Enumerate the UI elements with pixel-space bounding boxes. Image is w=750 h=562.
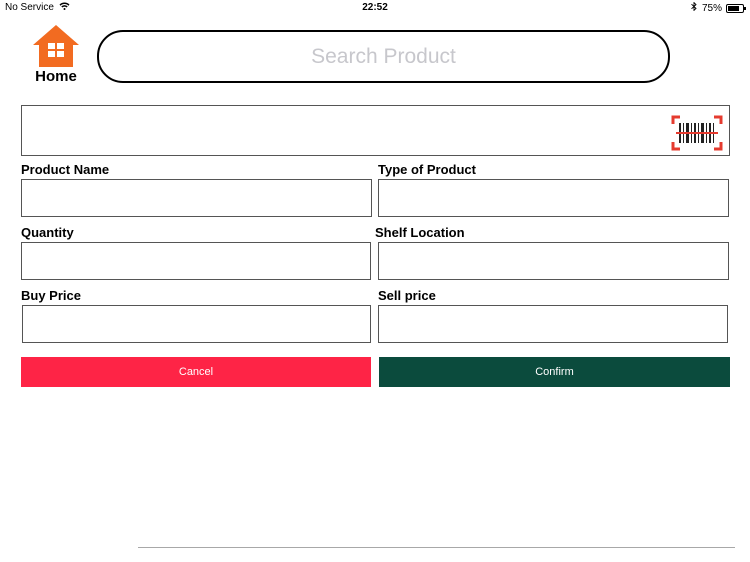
battery-level-fill <box>728 5 739 11</box>
shelf-location-field-box <box>378 242 729 280</box>
status-bar: No Service 22:52 75% <box>0 0 750 16</box>
home-icon <box>33 25 79 67</box>
barcode-scan-icon <box>671 115 723 151</box>
barcode-field[interactable] <box>21 105 730 156</box>
status-right: 75% <box>691 1 746 14</box>
bottom-divider <box>138 547 735 548</box>
cancel-button[interactable]: Cancel <box>21 357 371 387</box>
quantity-field-box <box>21 242 371 280</box>
buy-price-input[interactable] <box>23 306 370 342</box>
battery-icon <box>726 3 746 13</box>
sell-price-input[interactable] <box>379 306 727 342</box>
type-of-product-label: Type of Product <box>378 162 476 177</box>
shelf-location-label: Shelf Location <box>375 225 465 240</box>
home-label: Home <box>35 68 77 85</box>
barcode-scan-button[interactable] <box>671 115 723 151</box>
search-input[interactable] <box>127 44 640 69</box>
confirm-button[interactable]: Confirm <box>379 357 730 387</box>
product-name-field-box <box>21 179 372 217</box>
product-name-input[interactable] <box>22 180 371 216</box>
buy-price-field-box <box>22 305 371 343</box>
quantity-label: Quantity <box>21 225 74 240</box>
quantity-input[interactable] <box>22 243 370 279</box>
home-button[interactable]: Home <box>30 24 82 88</box>
type-of-product-field-box <box>378 179 729 217</box>
sell-price-field-box <box>378 305 728 343</box>
buy-price-label: Buy Price <box>21 288 81 303</box>
sell-price-label: Sell price <box>378 288 436 303</box>
search-bar <box>97 30 670 83</box>
status-time: 22:52 <box>362 2 388 13</box>
bluetooth-icon <box>691 1 697 14</box>
battery-percent: 75% <box>701 2 722 14</box>
shelf-location-input[interactable] <box>379 243 728 279</box>
product-name-label: Product Name <box>21 162 110 177</box>
type-of-product-input[interactable] <box>379 180 728 216</box>
